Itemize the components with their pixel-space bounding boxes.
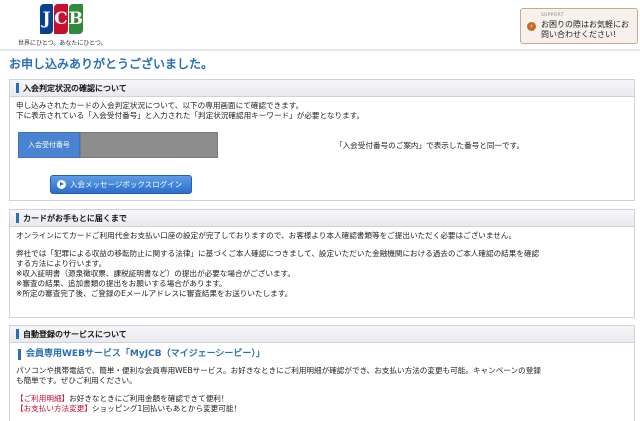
feature-tag: 【ご利用明細】 [16,394,70,403]
acceptance-number-note: 「入会受付番号のご案内」で表示した番号と同一です。 [335,141,525,150]
heading-marker [16,83,19,93]
section-heading: 自動登録のサービスについて [10,326,634,343]
delivery-note-3: ※所定の審査完了後、ご登録のEメールアドレスに審査結果をお送りいたします。 [16,289,293,298]
play-arrow-icon [57,180,66,189]
support-arrow-icon: › [527,22,536,31]
section-card-delivery: カードがお手もとに届くまで オンラインにてカードご利用代金お支払い口座の設定が完… [9,209,635,318]
delivery-paragraph-2-line-1: 弊社では「犯罪による収益の移転防止に関する法律」に基づくご本人確認につきまして、… [16,249,540,258]
service-description-line-2: も簡単です。ぜひご利用ください。 [16,376,137,385]
brand-slogan: 世界にひとつ。あなたにひとつ。 [18,40,107,47]
header-divider [0,49,640,51]
section-body: パソコンや携帯電話で、簡単・便利な会員専用WEBサービス。お好きなときにご利用明… [10,366,634,418]
section-application-status: 入会判定状況の確認について 申し込みされたカードの入会判定状況について、以下の専… [9,79,635,201]
service-description-line-1: パソコンや携帯電話で、簡単・便利な会員専用WEBサービス。お好きなときにご利用明… [16,366,541,375]
feature-statement: 【ご利用明細】お好きなときにご利用金額を確認できて便利！ [16,394,628,404]
section-heading: 入会判定状況の確認について [10,80,634,97]
delivery-paragraph-2-line-2: する方法により行います。 [16,259,107,268]
login-button-label: 入会メッセージボックスログイン [70,180,183,189]
logo-block-c: C [54,4,68,34]
feature-tag: 【お支払い方法変更】 [16,404,92,413]
status-line-1: 申し込みされたカードの入会判定状況について、以下の専用画面にて確認できます。 [16,101,304,110]
support-text: お困りの際はお気軽にお問い合わせください! [541,20,629,39]
page-title: お申し込みありがとうございました。 [9,57,214,71]
message-box-login-button[interactable]: 入会メッセージボックスログイン [50,175,192,194]
myjcb-service-title: 会員専用WEBサービス「MyJCB（マイジェーシービー）」 [18,349,634,360]
support-contact-banner[interactable]: › SUPPORT お困りの際はお気軽にお問い合わせください! [520,8,638,44]
section-auto-registration: 自動登録のサービスについて 会員専用WEBサービス「MyJCB（マイジェーシービ… [9,325,635,421]
logo-block-b: B [68,4,83,34]
heading-marker [16,213,19,223]
delivery-note-2: ※審査の結果、追加書類の提出をお願いする場合があります。 [16,279,227,288]
acceptance-number-row: 入会受付番号 [18,132,218,158]
feature-payment-change: 【お支払い方法変更】ショッピング1回払いもあとから変更可能！ [16,404,628,414]
acceptance-number-label: 入会受付番号 [18,132,80,158]
feature-text: ショッピング1回払いもあとから変更可能！ [91,404,242,413]
site-header: J C B 世界にひとつ。あなたにひとつ。 › SUPPORT お困りの際はお気… [0,0,640,48]
logo-block-j: J [40,4,54,34]
section-body: 申し込みされたカードの入会判定状況について、以下の専用画面にて確認できます。 下… [10,97,634,125]
support-small-label: SUPPORT [541,13,564,18]
status-line-2: 下に表示されている「入会受付番号」と入力された「判定状況確認用キーワード」が必要… [16,111,365,120]
section-heading-text: 自動登録のサービスについて [23,329,127,339]
heading-marker [16,329,19,339]
jcb-logo[interactable]: J C B [40,4,83,34]
section-body: オンラインにてカードご利用代金お支払い口座の設定が完了しておりますので、お客様よ… [10,227,634,303]
section-heading-text: カードがお手もとに届くまで [23,213,127,223]
delivery-paragraph-1: オンラインにてカードご利用代金お支払い口座の設定が完了しておりますので、お客様よ… [16,231,517,240]
feature-text: お好きなときにご利用金額を確認できて便利！ [69,394,229,403]
section-heading-text: 入会判定状況の確認について [23,83,127,93]
section-heading: カードがお手もとに届くまで [10,210,634,227]
acceptance-number-field[interactable] [80,132,218,158]
delivery-note-1: ※収入証明書（源泉徴収票、課税証明書など）の提出が必要な場合がございます。 [16,269,295,278]
